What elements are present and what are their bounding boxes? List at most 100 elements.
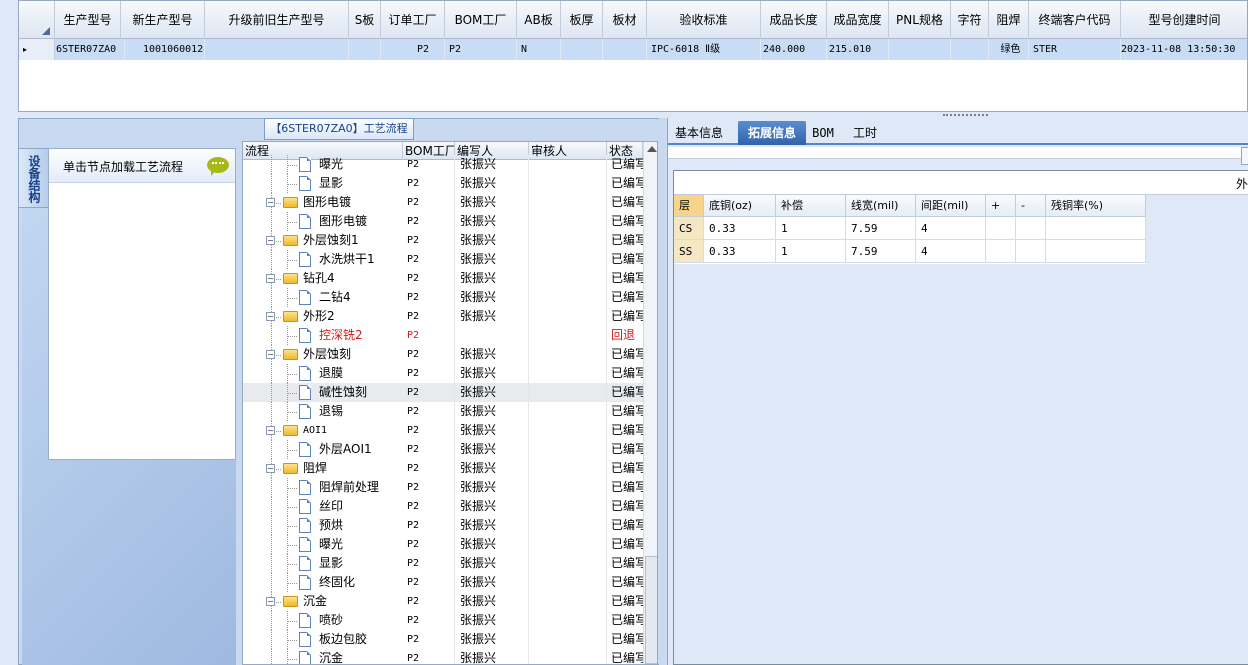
copper-cell[interactable]: 4	[916, 240, 986, 263]
collapse-icon[interactable]: −	[266, 236, 275, 245]
copper-column-header[interactable]: -	[1016, 195, 1046, 217]
tab-equipment-structure[interactable]: 设备结构	[18, 148, 48, 208]
column-header[interactable]: 板材	[603, 1, 647, 39]
tree-row[interactable]: 阻焊前处理 P2张振兴 已编写	[243, 478, 643, 497]
collapse-icon[interactable]: −	[266, 350, 275, 359]
tab-basic[interactable]: 基本信息	[670, 121, 728, 145]
tree-row[interactable]: − AOI1 P2张振兴 已编写	[243, 421, 643, 440]
tree-row[interactable]: 水洗烘干1 P2张振兴 已编写	[243, 250, 643, 269]
tree-row[interactable]: − 图形电镀 P2张振兴 已编写	[243, 193, 643, 212]
collapse-icon[interactable]: −	[266, 312, 275, 321]
column-header[interactable]: 成品长度	[761, 1, 827, 39]
tree-row[interactable]: 曝光 P2张振兴 已编写	[243, 535, 643, 554]
copper-cell[interactable]	[986, 217, 1016, 240]
scroll-up-icon[interactable]	[647, 146, 657, 152]
reviewer-cell	[529, 535, 607, 554]
copper-cell[interactable]	[1046, 217, 1146, 240]
copper-column-header[interactable]: 线宽(mil)	[846, 195, 916, 217]
column-header[interactable]: 终端客户代码	[1029, 1, 1121, 39]
copper-column-header[interactable]: 残铜率(%)	[1046, 195, 1146, 217]
collapse-icon[interactable]: −	[266, 426, 275, 435]
copper-cell[interactable]	[986, 240, 1016, 263]
column-header[interactable]: 阻焊	[989, 1, 1029, 39]
tree-row[interactable]: 退锡 P2张振兴 已编写	[243, 402, 643, 421]
copper-cell[interactable]: 0.33	[704, 240, 776, 263]
copper-cell[interactable]: 4	[916, 217, 986, 240]
tree-row[interactable]: 板边包胶 P2张振兴 已编写	[243, 630, 643, 649]
column-header[interactable]: 成品宽度	[827, 1, 889, 39]
copper-cell[interactable]	[1016, 217, 1046, 240]
tree-row[interactable]: 喷砂 P2张振兴 已编写	[243, 611, 643, 630]
tree-row[interactable]: − 外形2 P2张振兴 已编写	[243, 307, 643, 326]
column-header[interactable]: 升级前旧生产型号	[205, 1, 349, 39]
column-header[interactable]: S板	[349, 1, 381, 39]
collapse-icon[interactable]: −	[266, 464, 275, 473]
tab-worktime[interactable]: 工时	[844, 121, 886, 145]
tree-row[interactable]: − 外层蚀刻1 P2张振兴 已编写	[243, 231, 643, 250]
tree-scrollbar[interactable]	[643, 142, 657, 664]
status-cell: 回退	[611, 328, 636, 342]
copper-column-header[interactable]: +	[986, 195, 1016, 217]
collapse-icon[interactable]: −	[266, 198, 275, 207]
column-header[interactable]: PNL规格	[889, 1, 951, 39]
tree-row[interactable]: 控深铣2 P2 回退	[243, 326, 643, 345]
column-header[interactable]: 新生产型号	[121, 1, 205, 39]
tree-row[interactable]: − 沉金 P2张振兴 已编写	[243, 592, 643, 611]
tree-row[interactable]: 沉金 P2张振兴 已编写	[243, 649, 643, 665]
copper-column-header[interactable]: 间距(mil)	[916, 195, 986, 217]
toolbar-button[interactable]	[1241, 147, 1248, 165]
tree-node-label: 外层AOI1	[319, 442, 372, 456]
copper-cell[interactable]: 7.59	[846, 217, 916, 240]
select-all-corner[interactable]	[19, 1, 55, 39]
copper-cell[interactable]: SS	[674, 240, 704, 263]
column-header[interactable]: AB板	[517, 1, 561, 39]
copper-cell[interactable]: 0.33	[704, 217, 776, 240]
author-cell: 张振兴	[455, 611, 529, 630]
collapse-icon[interactable]: −	[266, 274, 275, 283]
reviewer-cell	[529, 288, 607, 307]
tab-bom[interactable]: BOM	[808, 121, 838, 145]
copper-cell[interactable]	[1046, 240, 1146, 263]
tree-guide-line	[271, 174, 272, 193]
column-header[interactable]: BOM工厂	[445, 1, 517, 39]
status-cell: 已编写	[611, 309, 643, 323]
column-header[interactable]: 验收标准	[647, 1, 761, 39]
vertical-splitter-right[interactable]	[659, 118, 667, 665]
copper-column-header[interactable]: 底铜(oz)	[704, 195, 776, 217]
column-header[interactable]: 型号创建时间	[1121, 1, 1247, 39]
scrollbar-thumb[interactable]	[645, 556, 657, 664]
tree-row[interactable]: 丝印 P2张振兴 已编写	[243, 497, 643, 516]
tab-extended[interactable]: 拓展信息	[738, 121, 806, 145]
tree-row[interactable]: 显影 P2张振兴 已编写	[243, 554, 643, 573]
copper-cell[interactable]: 1	[776, 240, 846, 263]
document-icon	[299, 214, 311, 229]
tree-row[interactable]: 显影 P2张振兴 已编写	[243, 174, 643, 193]
tree-row[interactable]: 预烘 P2张振兴 已编写	[243, 516, 643, 535]
copper-column-header[interactable]: 层	[674, 195, 704, 217]
tree-row[interactable]: 退膜 P2张振兴 已编写	[243, 364, 643, 383]
tree-row[interactable]: 二钻4 P2张振兴 已编写	[243, 288, 643, 307]
status-cell: 已编写	[611, 537, 643, 551]
table-row[interactable]: ▸ 6STER07ZA010010600124332P2P2NIPC-6018 …	[19, 39, 1247, 60]
copper-cell[interactable]: 7.59	[846, 240, 916, 263]
status-cell: 已编写	[611, 651, 643, 665]
chat-bubble-icon[interactable]	[207, 157, 229, 176]
copper-cell[interactable]: CS	[674, 217, 704, 240]
bom-factory-cell: P2	[403, 440, 455, 459]
tree-row[interactable]: 曝光 P2张振兴 已编写	[243, 155, 643, 174]
tree-row[interactable]: 外层AOI1 P2张振兴 已编写	[243, 440, 643, 459]
copper-column-header[interactable]: 补偿	[776, 195, 846, 217]
tree-row[interactable]: − 阻焊 P2张振兴 已编写	[243, 459, 643, 478]
column-header[interactable]: 生产型号	[55, 1, 121, 39]
column-header[interactable]: 订单工厂	[381, 1, 445, 39]
column-header[interactable]: 板厚	[561, 1, 603, 39]
tree-row[interactable]: 终固化 P2张振兴 已编写	[243, 573, 643, 592]
collapse-icon[interactable]: −	[266, 597, 275, 606]
tree-row[interactable]: − 钻孔4 P2张振兴 已编写	[243, 269, 643, 288]
copper-cell[interactable]	[1016, 240, 1046, 263]
column-header[interactable]: 字符	[951, 1, 989, 39]
tree-row[interactable]: 碱性蚀刻 P2张振兴 已编写	[243, 383, 643, 402]
copper-cell[interactable]: 1	[776, 217, 846, 240]
tree-row[interactable]: − 外层蚀刻 P2张振兴 已编写	[243, 345, 643, 364]
tree-row[interactable]: 图形电镀 P2张振兴 已编写	[243, 212, 643, 231]
